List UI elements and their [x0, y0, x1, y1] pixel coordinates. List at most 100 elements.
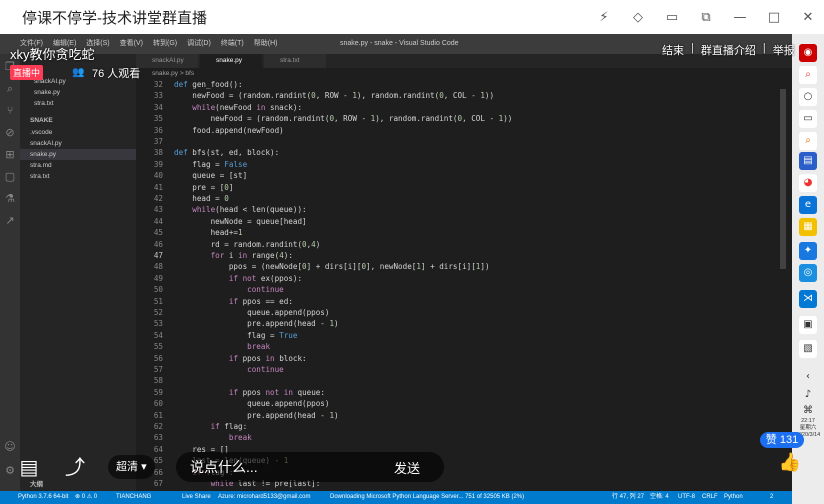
debug-icon[interactable]: ⊘ — [3, 126, 17, 140]
user-indicator[interactable]: TIANCHANG — [116, 491, 151, 504]
code-line[interactable]: 38 def bfs(st, ed, block): — [136, 147, 279, 158]
folder-icon[interactable]: ▤ — [799, 152, 817, 170]
code-line[interactable]: 40 queue = [st] — [136, 170, 247, 181]
chrome-icon[interactable]: ◕ — [799, 174, 817, 192]
comment-input[interactable] — [190, 458, 340, 476]
code-line[interactable]: 60 queue.append(ppos) — [136, 398, 330, 409]
minimize-icon[interactable]: — — [732, 9, 748, 25]
code-line[interactable]: 49 if not ex(ppos): — [136, 273, 302, 284]
source-control-icon[interactable]: ⑂ — [3, 104, 17, 118]
file-item[interactable]: stra.md — [20, 160, 136, 171]
code-line[interactable]: 54 flag = True — [136, 330, 298, 341]
share-icon[interactable]: ⤴ — [62, 455, 88, 479]
share-icon[interactable]: ↗ — [3, 214, 17, 228]
code-line[interactable]: 59 if ppos not in queue: — [136, 387, 325, 398]
window-icon[interactable]: ▭ — [799, 110, 817, 128]
code-line[interactable]: 50 continue — [136, 284, 284, 295]
menu-item[interactable]: 终端(T) — [221, 38, 244, 48]
breadcrumb[interactable]: snake.py > bfs — [136, 68, 792, 79]
line-ending[interactable]: CRLF — [702, 491, 718, 504]
report-button[interactable]: 举报 — [773, 42, 795, 58]
code-line[interactable]: 57 continue — [136, 364, 284, 375]
monitor-icon[interactable]: ▣ — [799, 316, 817, 334]
code-line[interactable]: 37 — [136, 136, 174, 147]
code-line[interactable]: 35 newFood = (random.randint(0, ROW - 1)… — [136, 113, 513, 124]
file-item[interactable]: stra.txt — [20, 171, 136, 182]
file-item[interactable]: snackAI.py — [20, 138, 136, 149]
code-line[interactable]: 42 head = 0 — [136, 193, 229, 204]
code-line[interactable]: 58 — [136, 375, 174, 386]
end-button[interactable]: 结束 — [662, 42, 684, 58]
danmaku-icon[interactable]: ▤ — [16, 455, 42, 479]
circle-icon[interactable]: ○ — [799, 88, 817, 106]
code-line[interactable]: 52 queue.append(ppos) — [136, 307, 330, 318]
remote-icon[interactable]: ▢ — [3, 170, 17, 184]
code-line[interactable]: 39 flag = False — [136, 159, 247, 170]
cursor-position[interactable]: 行 47, 列 27 — [612, 491, 644, 504]
restore-icon[interactable]: ⧉ — [698, 9, 714, 25]
code-line[interactable]: 62 if flag: — [136, 421, 247, 432]
tab-stra[interactable]: stra.txt — [264, 54, 326, 68]
code-line[interactable]: 48 ppos = (newNode[0] + dirs[i][0], newN… — [136, 261, 490, 272]
code-line[interactable]: 47 for i in range(4): — [136, 250, 293, 261]
notes-icon[interactable]: ▦ — [799, 218, 817, 236]
code-line[interactable]: 46 rd = random.randint(0,4) — [136, 239, 320, 250]
edge-icon[interactable]: e — [799, 196, 817, 214]
tab-snake[interactable]: snake.py — [200, 54, 262, 68]
extensions-icon[interactable]: ⊞ — [3, 148, 17, 162]
menu-item[interactable]: 调试(D) — [187, 38, 211, 48]
code-line[interactable]: 63 break — [136, 432, 252, 443]
code-line[interactable]: 51 if ppos == ed: — [136, 296, 293, 307]
maximize-icon[interactable]: □ — [766, 9, 782, 25]
chart-icon[interactable]: ▧ — [799, 340, 817, 358]
python-interpreter[interactable]: Python 3.7.6 64-bit — [18, 491, 68, 504]
bird-icon[interactable]: ✦ — [799, 242, 817, 260]
vscode-taskbar-icon[interactable]: ⋊ — [799, 290, 817, 308]
code-line[interactable]: 33 newFood = (random.randint(0, ROW - 1)… — [136, 90, 494, 101]
send-button[interactable]: 发送 — [394, 458, 420, 477]
open-editor-item[interactable]: stra.txt — [20, 98, 136, 109]
close-icon[interactable]: ✕ — [800, 9, 816, 25]
chat-icon[interactable]: ◎ — [799, 264, 817, 282]
open-editor-item[interactable]: snake.py — [20, 87, 136, 98]
encoding[interactable]: UTF-8 — [678, 491, 695, 504]
code-line[interactable]: 43 while(head < len(queue)): — [136, 204, 307, 215]
code-line[interactable]: 45 head+=1 — [136, 227, 243, 238]
quality-selector[interactable]: 超清 ▾ — [108, 455, 155, 479]
code-line[interactable]: 55 break — [136, 341, 270, 352]
search-app-icon[interactable]: ⌕ — [799, 132, 817, 150]
code-line[interactable]: 36 food.append(newFood) — [136, 125, 284, 136]
streamer-name[interactable]: xky教你贪吃蛇 — [10, 44, 95, 63]
code-line[interactable]: 61 pre.append(head - 1) — [136, 410, 339, 421]
code-line[interactable]: 41 pre = [0] — [136, 182, 234, 193]
chevron-left-icon[interactable]: ‹ — [799, 368, 817, 386]
notifications-count[interactable]: 2 — [770, 491, 773, 504]
folder-header[interactable]: SNAKE — [20, 115, 136, 126]
search-icon[interactable]: ⌕ — [3, 82, 17, 96]
problems-indicator[interactable]: ⊗ 0 ⚠ 0 — [75, 491, 97, 504]
file-item-selected[interactable]: snake.py — [20, 149, 136, 160]
indentation[interactable]: 空格: 4 — [650, 491, 669, 504]
code-line[interactable]: 32 def gen_food(): — [136, 79, 243, 90]
editor-scrollbar[interactable] — [780, 89, 786, 269]
code-line[interactable]: 34 while(newFood in snack): — [136, 102, 302, 113]
azure-account[interactable]: Azure: microhard5133@gmail.com — [218, 491, 310, 504]
menu-item[interactable]: 转到(G) — [153, 38, 177, 48]
tag-icon[interactable]: ◇ — [630, 9, 646, 25]
app-icon-red[interactable]: ◉ — [799, 44, 817, 62]
menu-item[interactable]: 查看(V) — [120, 38, 143, 48]
code-line[interactable]: 53 pre.append(head - 1) — [136, 318, 339, 329]
menu-item[interactable]: 帮助(H) — [254, 38, 278, 48]
group-live-intro-button[interactable]: 群直播介绍 — [701, 42, 756, 58]
search-icon[interactable]: ⌕ — [799, 66, 817, 84]
tab-snackai[interactable]: snackAI.py — [136, 54, 198, 68]
lightning-icon[interactable]: ⚡ — [596, 9, 612, 25]
code-line[interactable]: 44 newNode = queue[head] — [136, 216, 307, 227]
code-line[interactable]: 56 if ppos in block: — [136, 353, 307, 364]
screen-icon[interactable]: ▭ — [664, 9, 680, 25]
language-mode[interactable]: Python — [724, 491, 743, 504]
file-item[interactable]: .vscode — [20, 127, 136, 138]
flask-icon[interactable]: ⚗ — [3, 192, 17, 206]
live-share-button[interactable]: Live Share — [182, 491, 211, 504]
code-editor[interactable]: 32 def gen_food(): 33 newFood = (random.ra… — [136, 79, 782, 490]
